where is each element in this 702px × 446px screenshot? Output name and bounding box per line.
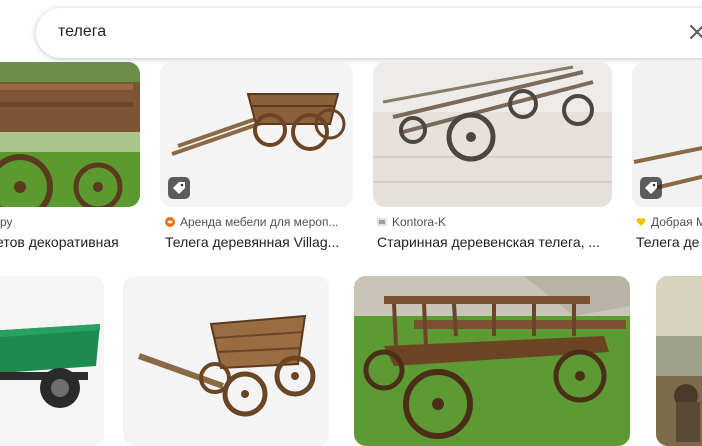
result-title[interactable]: Телега де <box>636 234 702 250</box>
result-source: Добрая М <box>636 215 702 229</box>
image-result-7[interactable] <box>354 276 630 446</box>
result-title-label: етов декоративная <box>0 234 119 250</box>
image-result-8[interactable] <box>656 276 702 446</box>
result-source-label: ру <box>0 215 13 229</box>
result-source: Kontora-K <box>377 215 612 229</box>
shopping-tag <box>168 177 190 199</box>
search-bar[interactable]: телега <box>36 8 702 58</box>
search-input[interactable]: телега <box>58 23 106 41</box>
tag-icon <box>645 182 657 194</box>
result-source-label: Аренда мебели для мероп... <box>180 215 339 229</box>
result-title[interactable]: етов декоративная <box>0 234 140 250</box>
image-result-3[interactable] <box>373 62 612 207</box>
result-title-label: Телега деревянная Villag... <box>165 234 340 250</box>
image-result-6[interactable] <box>123 276 329 446</box>
result-title-label: Телега де <box>636 234 700 250</box>
close-icon[interactable] <box>686 21 702 43</box>
result-thumbnail <box>656 276 702 446</box>
result-title[interactable]: Старинная деревенская телега, ... <box>377 234 612 250</box>
image-result-4[interactable] <box>632 62 702 207</box>
image-result-5[interactable] <box>0 276 104 446</box>
result-source-label: Kontora-K <box>392 215 447 229</box>
result-thumbnail <box>373 62 612 207</box>
shopping-tag <box>640 177 662 199</box>
heart-favicon-icon <box>636 218 646 226</box>
result-thumbnail <box>123 276 329 446</box>
tag-icon <box>173 182 185 194</box>
result-title[interactable]: Телега деревянная Villag... <box>165 234 353 250</box>
result-title-label: Старинная деревенская телега, ... <box>377 234 601 250</box>
result-thumbnail <box>354 276 630 446</box>
image-result-2[interactable] <box>160 62 353 207</box>
orange-favicon-icon <box>165 217 175 227</box>
result-thumbnail <box>0 62 140 207</box>
result-source-label: Добрая М <box>651 215 702 229</box>
image-result-1[interactable] <box>0 62 140 207</box>
site-favicon-icon <box>377 218 387 226</box>
result-thumbnail <box>0 276 104 446</box>
result-source: ру <box>0 215 140 229</box>
result-source: Аренда мебели для мероп... <box>165 215 353 229</box>
